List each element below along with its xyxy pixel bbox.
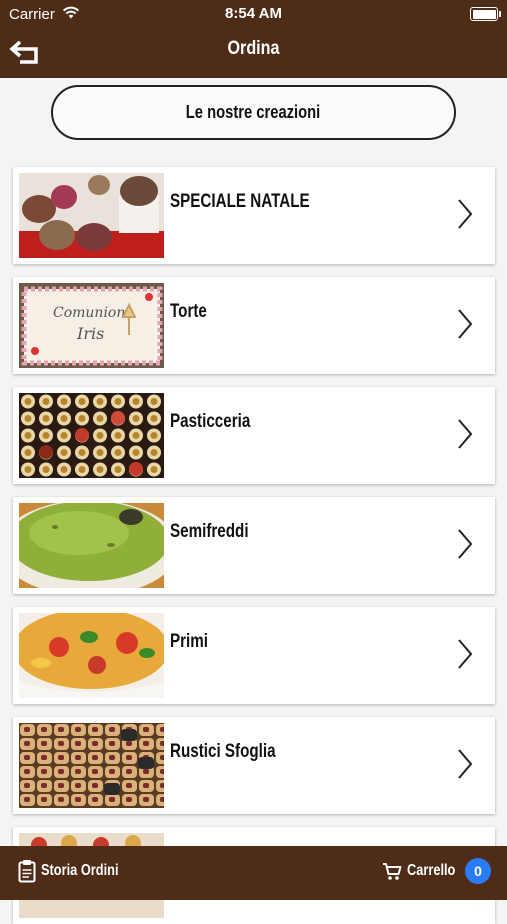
clipboard-icon (18, 860, 36, 883)
category-card-pasticceria[interactable]: Pasticceria (13, 387, 495, 484)
category-card-primi[interactable]: Primi (13, 607, 495, 704)
cart-label: Carrello (407, 862, 456, 879)
cake-photo: Comunione Iris (19, 283, 164, 368)
nav-header: Carrier 8:54 AM Ordina (0, 0, 507, 78)
pasta-dish-photo (19, 613, 164, 698)
chevron-right-icon (458, 749, 473, 779)
category-card-torte[interactable]: Comunione Iris Torte (13, 277, 495, 374)
page-title: Ordina (227, 38, 280, 59)
our-creations-label: Le nostre creazioni (186, 102, 321, 122)
chevron-right-icon (458, 309, 473, 339)
pistachio-semifreddo-photo (19, 503, 164, 588)
chevron-right-icon (458, 199, 473, 229)
category-card-rustici-sfoglia[interactable]: Rustici Sfoglia (13, 717, 495, 814)
chevron-right-icon (458, 639, 473, 669)
our-creations-button[interactable]: Le nostre creazioni (51, 85, 456, 140)
order-history-label: Storia Ordini (41, 862, 119, 879)
battery-icon (470, 7, 501, 21)
category-card-speciale-natale[interactable]: SPECIALE NATALE (13, 167, 495, 264)
category-label: Pasticceria (170, 411, 251, 432)
svg-text:Comunione: Comunione (53, 305, 134, 321)
chevron-right-icon (458, 529, 473, 559)
category-card-semifreddi[interactable]: Semifreddi (13, 497, 495, 594)
cart-icon (383, 863, 402, 880)
status-bar: Carrier 8:54 AM (0, 0, 507, 28)
category-label: Torte (170, 301, 207, 322)
category-label: Semifreddi (170, 521, 249, 542)
puff-pastry-snacks-photo (19, 723, 164, 808)
pastries-tray-photo (19, 393, 164, 478)
bottom-tab-bar: Storia Ordini Carrello 0 (0, 846, 507, 900)
christmas-panettoni-photo (19, 173, 164, 258)
order-history-tab[interactable]: Storia Ordini (18, 859, 138, 885)
category-label: Primi (170, 631, 209, 652)
chevron-right-icon (458, 419, 473, 449)
category-label: Rustici Sfoglia (170, 741, 276, 762)
cart-count-badge: 0 (465, 858, 491, 884)
status-time: 8:54 AM (225, 5, 282, 22)
svg-text:Iris: Iris (76, 324, 104, 343)
cart-tab[interactable]: Carrello 0 (382, 858, 491, 886)
category-label: SPECIALE NATALE (170, 191, 310, 212)
